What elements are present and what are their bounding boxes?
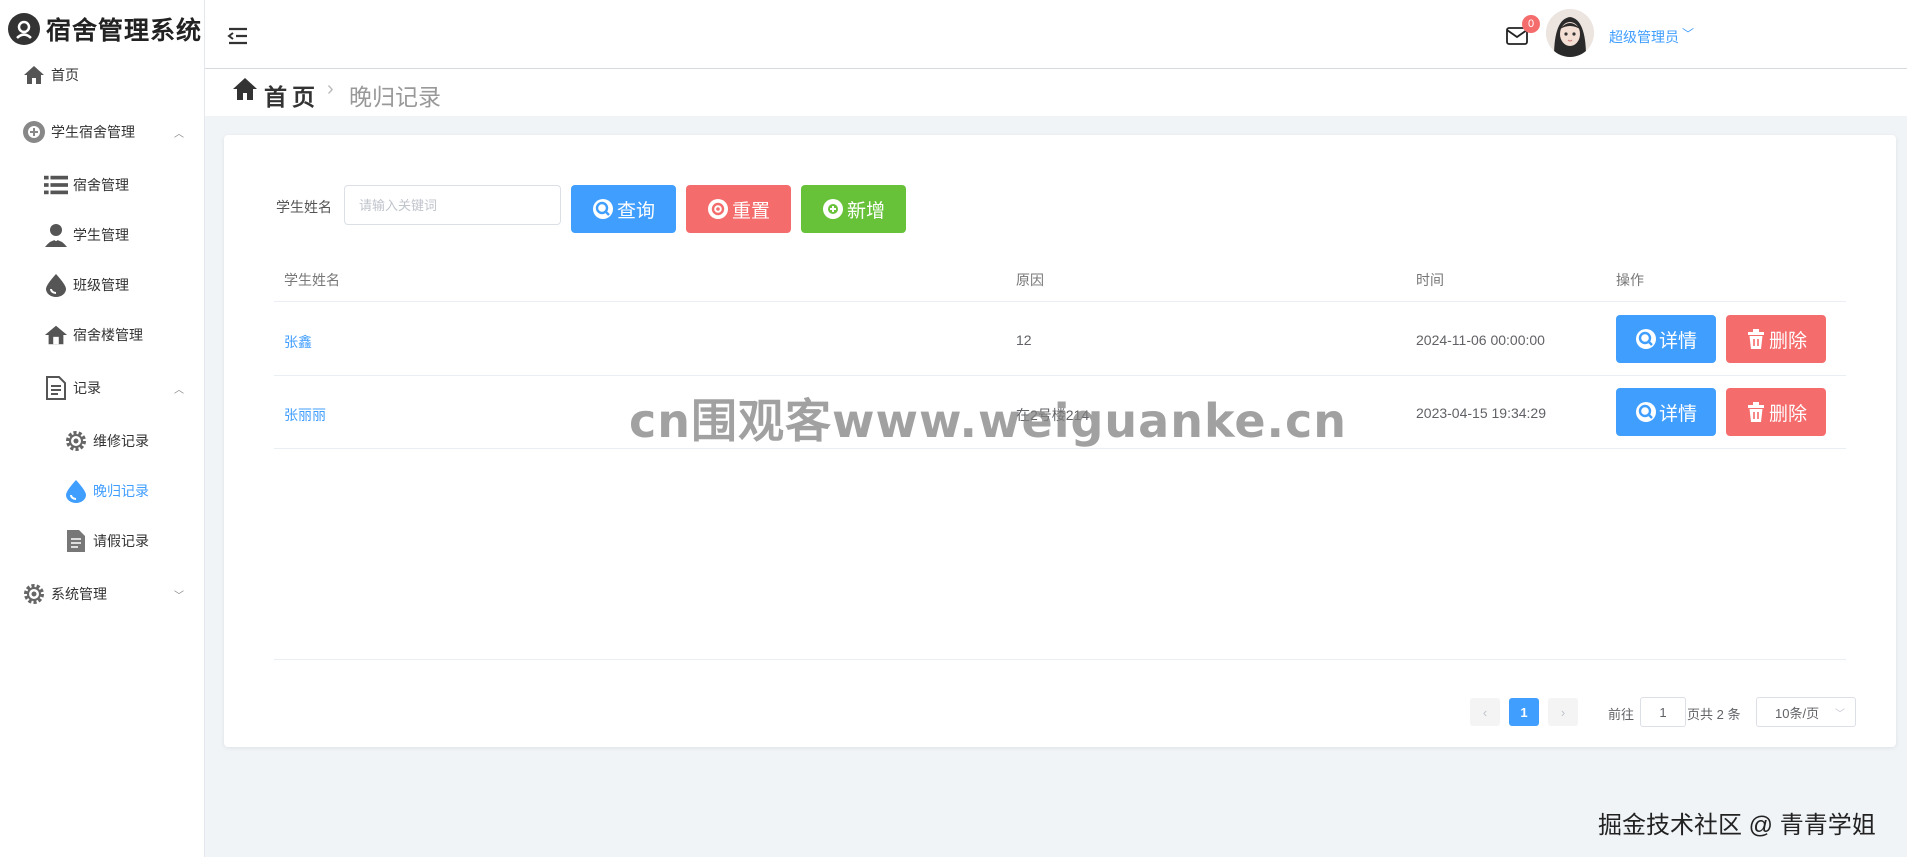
chevron-down-icon[interactable]: ﹀ — [1682, 25, 1694, 42]
goto-page-input[interactable] — [1640, 697, 1686, 727]
goto-label: 前往 — [1608, 707, 1635, 722]
search-icon — [1635, 328, 1657, 350]
sidebar-item-label: 请假记录 — [93, 533, 149, 549]
drop-icon — [64, 479, 88, 503]
mail-badge: 0 — [1522, 15, 1540, 33]
delete-button-label: 删除 — [1768, 330, 1807, 352]
home-icon — [22, 63, 46, 87]
logo: 宿舍管理系统 — [0, 0, 204, 58]
document-icon — [64, 529, 88, 553]
plus-circle-icon — [822, 198, 844, 220]
sidebar-item-label: 学生管理 — [73, 227, 129, 243]
reset-button[interactable]: 重置 — [686, 185, 791, 233]
sidebar-item-late-records[interactable]: 晚归记录 — [64, 479, 149, 503]
sidebar-item-label: 学生宿舍管理 — [51, 124, 135, 140]
breadcrumb-separator-icon: › — [327, 78, 334, 100]
query-button[interactable]: 查询 — [571, 185, 676, 233]
list-icon — [44, 173, 68, 197]
prev-page-button[interactable]: ‹ — [1470, 698, 1500, 726]
column-header-time: 时间 — [1416, 272, 1444, 288]
sidebar-item-home[interactable]: 首页 — [22, 63, 79, 87]
add-button[interactable]: 新增 — [801, 185, 906, 233]
sidebar-item-label: 晚归记录 — [93, 483, 149, 499]
plus-circle-icon — [22, 120, 46, 144]
query-button-label: 查询 — [616, 200, 655, 222]
column-header-name: 学生姓名 — [284, 272, 340, 288]
total-label: 页共 2 条 — [1687, 707, 1741, 722]
page-number-button[interactable]: 1 — [1509, 698, 1539, 726]
drop-icon — [44, 273, 68, 297]
cell-time: 2023-04-15 19:34:29 — [1416, 405, 1546, 421]
sidebar-item-student-dorm[interactable]: 学生宿舍管理 ︿ — [22, 120, 184, 144]
column-header-reason: 原因 — [1016, 272, 1044, 288]
sidebar-item-student-manage[interactable]: 学生管理 — [44, 223, 129, 247]
chevron-down-icon: ﹀ — [174, 590, 184, 602]
detail-button-label: 详情 — [1658, 330, 1697, 352]
sidebar-item-label: 维修记录 — [93, 433, 149, 449]
search-input[interactable] — [344, 185, 561, 225]
chevron-down-icon: ﹀ — [1835, 708, 1845, 720]
delete-button[interactable]: 删除 — [1726, 315, 1826, 363]
sidebar-item-label: 班级管理 — [73, 277, 129, 293]
gear-icon — [22, 582, 46, 606]
chevron-up-icon: ︿ — [174, 128, 184, 140]
watermark: cn围观客www.weiguanke.cn — [629, 394, 1348, 448]
user-name[interactable]: 超级管理员 — [1609, 27, 1679, 47]
sidebar-item-leave-records[interactable]: 请假记录 — [64, 529, 149, 553]
next-page-button[interactable]: › — [1548, 698, 1578, 726]
chevron-up-icon: ︿ — [174, 384, 184, 396]
cell-student-name[interactable]: 张丽丽 — [284, 405, 326, 425]
detail-button-label: 详情 — [1658, 403, 1697, 425]
refresh-icon — [707, 198, 729, 220]
sidebar-item-label: 系统管理 — [51, 586, 107, 602]
sidebar-item-repair-records[interactable]: 维修记录 — [64, 429, 149, 453]
menu-toggle-icon[interactable] — [227, 26, 249, 46]
user-icon — [44, 223, 68, 247]
sidebar-item-class-manage[interactable]: 班级管理 — [44, 273, 129, 297]
sidebar-item-system-manage[interactable]: 系统管理 ﹀ — [22, 582, 184, 606]
sidebar-item-dorm-manage[interactable]: 宿舍管理 — [44, 173, 129, 197]
sidebar-item-label: 记录 — [73, 380, 101, 396]
cell-student-name[interactable]: 张鑫 — [284, 332, 312, 352]
delete-button-label: 删除 — [1768, 403, 1807, 425]
divider — [274, 659, 1846, 660]
sidebar-item-label: 首页 — [51, 67, 79, 83]
logo-icon — [8, 13, 40, 45]
page-size-select[interactable]: 10条/页 ﹀ — [1756, 697, 1856, 727]
cell-reason: 12 — [1016, 332, 1032, 348]
detail-button[interactable]: 详情 — [1616, 315, 1716, 363]
detail-button[interactable]: 详情 — [1616, 388, 1716, 436]
sidebar-item-label: 宿舍管理 — [73, 177, 129, 193]
avatar[interactable] — [1546, 9, 1594, 57]
sidebar-item-label: 宿舍楼管理 — [73, 327, 143, 343]
document-icon — [44, 376, 68, 400]
breadcrumb-home[interactable]: 首页 — [264, 78, 320, 112]
divider — [274, 301, 1846, 302]
search-icon — [592, 198, 614, 220]
page-size-value: 10条/页 — [1775, 705, 1820, 721]
trash-icon — [1745, 328, 1767, 350]
reset-button-label: 重置 — [731, 200, 770, 222]
search-label: 学生姓名 — [276, 199, 332, 215]
breadcrumb: 首页 › 晚归记录 — [205, 69, 1907, 116]
trash-icon — [1745, 401, 1767, 423]
sidebar: 宿舍管理系统 首页 学生宿舍管理 ︿ 宿舍管理 学生管理 班级管理 宿舍楼管理 … — [0, 0, 205, 857]
column-header-actions: 操作 — [1616, 272, 1644, 288]
cell-time: 2024-11-06 00:00:00 — [1416, 332, 1545, 348]
home-icon — [232, 77, 258, 103]
house-icon — [44, 323, 68, 347]
delete-button[interactable]: 删除 — [1726, 388, 1826, 436]
add-button-label: 新增 — [846, 200, 885, 222]
divider — [274, 375, 1846, 376]
footer-watermark: 掘金技术社区 @ 青青学姐 — [1598, 812, 1876, 839]
gear-icon — [64, 429, 88, 453]
app-title: 宿舍管理系统 — [46, 17, 203, 45]
sidebar-item-records[interactable]: 记录 ︿ — [44, 376, 184, 400]
breadcrumb-current: 晚归记录 — [349, 84, 441, 110]
sidebar-item-building-manage[interactable]: 宿舍楼管理 — [44, 323, 143, 347]
search-icon — [1635, 401, 1657, 423]
